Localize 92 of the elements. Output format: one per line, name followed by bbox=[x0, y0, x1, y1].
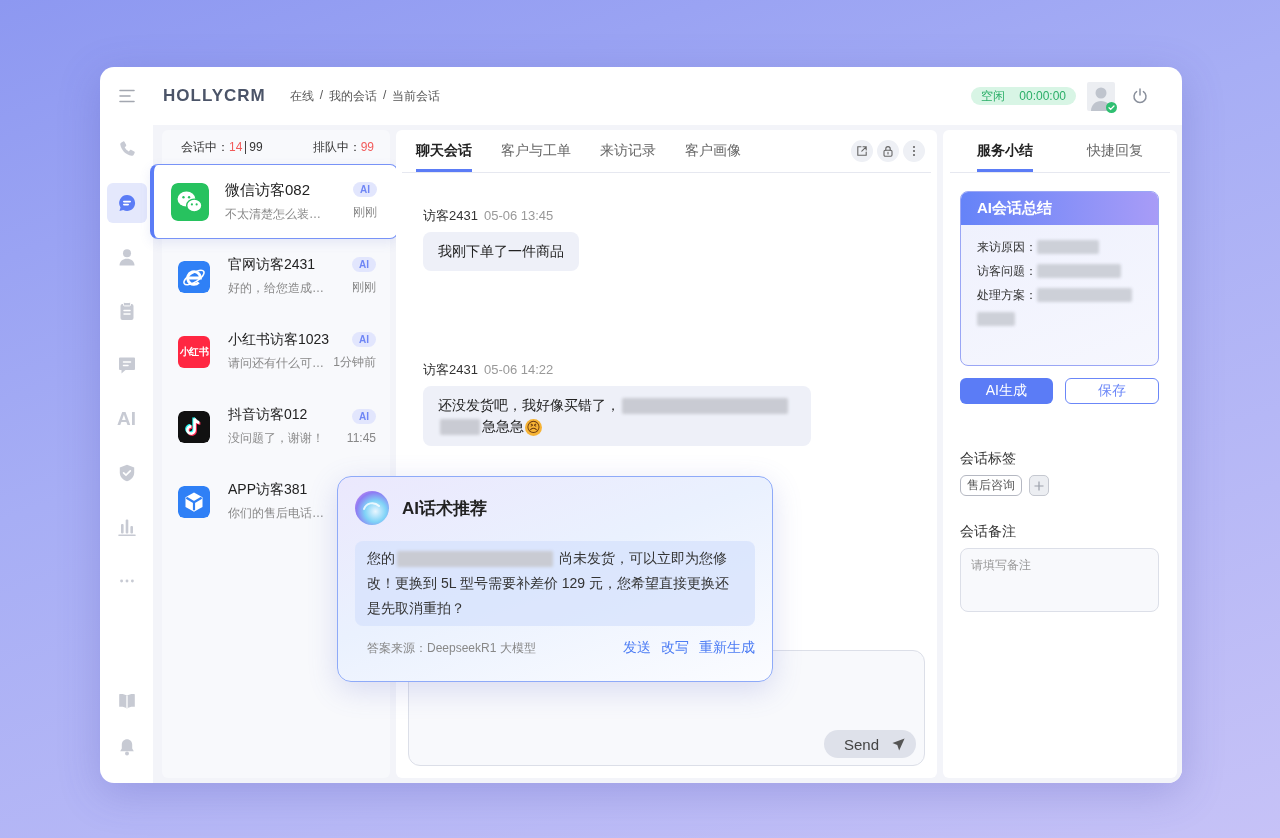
conversation-item[interactable]: 小红书 小红书访客1023 请问还有什么可… AI 1分钟前 bbox=[162, 314, 390, 389]
message-time: 刚刚 bbox=[352, 279, 376, 296]
ai-badge: AI bbox=[353, 182, 377, 197]
sender-name: 访客2431 bbox=[423, 362, 478, 378]
add-tag-button[interactable] bbox=[1029, 475, 1049, 496]
field-label: 访客问题： bbox=[977, 262, 1037, 280]
breadcrumb-link[interactable]: 我的会话 bbox=[329, 87, 378, 105]
message-preview: 好的，给您造成… bbox=[228, 280, 325, 297]
stat-value: 14 bbox=[229, 140, 243, 154]
visitor-name: 抖音访客012 bbox=[228, 406, 309, 424]
export-icon bbox=[856, 145, 868, 157]
panel-tab[interactable]: 服务小结 bbox=[977, 130, 1033, 172]
breadcrumb-separator: / bbox=[383, 87, 387, 104]
plus-icon bbox=[1034, 480, 1044, 491]
export-button[interactable] bbox=[851, 140, 873, 162]
redacted-value bbox=[1037, 240, 1099, 254]
chat-tab[interactable]: 聊天会话 bbox=[416, 130, 472, 172]
person-icon bbox=[116, 247, 137, 267]
message-time: 刚刚 bbox=[353, 204, 377, 221]
send-icon bbox=[891, 736, 906, 752]
notes-field[interactable]: 请填写备注 bbox=[960, 548, 1159, 612]
conversation-item[interactable]: 官网访客2431 好的，给您造成… AI 刚刚 bbox=[162, 239, 390, 314]
section-title: 会话标签 bbox=[960, 450, 1017, 466]
chat-tab[interactable]: 客户画像 bbox=[685, 130, 741, 172]
status-label: 空闲 bbox=[981, 87, 1006, 105]
suggested-reply: 您的 尚未发货，可以立即为您修改！更换到 5L 型号需要补差价 129 元，您希望直接更换还是先取消重拍？ bbox=[355, 541, 755, 626]
message-text: 还没发货吧，我好像买错了， 急急急😣 bbox=[438, 395, 796, 437]
action-link[interactable]: 发送 bbox=[623, 639, 651, 657]
ai-badge: AI bbox=[352, 332, 376, 347]
status-timer: 00:00:00 bbox=[1019, 89, 1066, 103]
avatar-placeholder[interactable] bbox=[1087, 81, 1115, 111]
cube-icon bbox=[178, 485, 210, 518]
answer-source: 答案来源：DeepseekR1 大模型 bbox=[367, 639, 536, 657]
chat-icon bbox=[116, 193, 137, 213]
message-time: 05-06 13:45 bbox=[483, 208, 554, 224]
more-vertical-icon bbox=[912, 145, 916, 157]
lock-icon bbox=[882, 145, 894, 157]
section-title: 会话备注 bbox=[960, 523, 1017, 539]
lock-button[interactable] bbox=[877, 140, 899, 162]
field-label: 来访原因： bbox=[977, 238, 1037, 256]
field-label: 处理方案： bbox=[977, 286, 1037, 304]
message-time: 05-06 14:22 bbox=[483, 362, 554, 378]
bar-chart-icon bbox=[116, 517, 137, 537]
send-button[interactable]: Send bbox=[823, 730, 916, 758]
message-preview: 不太清楚怎么装… bbox=[225, 205, 322, 223]
conversation-item[interactable]: 抖音访客012 没问题了，谢谢！ AI 11:45 bbox=[162, 389, 390, 464]
message-time: 1分钟前 bbox=[333, 354, 376, 371]
message-preview: 你们的售后电话… bbox=[228, 505, 325, 522]
orb-icon bbox=[355, 491, 389, 525]
action-link[interactable]: 重新生成 bbox=[699, 639, 755, 657]
stat-total: 99 bbox=[249, 140, 263, 154]
app-logo: HOLLYCRM bbox=[163, 86, 266, 106]
message-preview: 没问题了，谢谢！ bbox=[228, 430, 325, 447]
sender-name: 访客2431 bbox=[423, 208, 478, 224]
conversation-item[interactable]: APP访客381 你们的售后电话… bbox=[162, 464, 390, 539]
visitor-name: 微信访客082 bbox=[225, 180, 312, 200]
more-icon bbox=[117, 578, 136, 584]
visitor-name: 小红书访客1023 bbox=[228, 331, 331, 349]
message-text: 我刚下单了一件商品 bbox=[438, 242, 564, 261]
menu-icon[interactable] bbox=[119, 89, 135, 103]
stat-label: 会话中： bbox=[181, 138, 229, 156]
music-note-icon bbox=[178, 410, 210, 443]
message-time: 11:45 bbox=[346, 430, 376, 445]
nav-item[interactable] bbox=[106, 183, 147, 223]
visitor-name: 官网访客2431 bbox=[228, 256, 317, 274]
generate-button[interactable]: AI生成 bbox=[960, 378, 1053, 404]
comment-icon bbox=[116, 355, 137, 375]
breadcrumb-link[interactable]: 当前会话 bbox=[392, 87, 441, 105]
ai-badge: AI bbox=[352, 257, 376, 272]
conversation-item[interactable]: 微信访客082 不太清楚怎么装… AI 刚刚 bbox=[150, 164, 398, 239]
popup-title: AI话术推荐 bbox=[402, 497, 487, 520]
platform-logo: 小红书 bbox=[178, 335, 210, 368]
chat-bubbles-icon bbox=[171, 182, 209, 221]
stat-value: 99 bbox=[360, 140, 374, 154]
chat-tab[interactable]: 来访记录 bbox=[600, 130, 656, 172]
more-button[interactable] bbox=[903, 140, 925, 162]
tag-chip[interactable]: 售后咨询 bbox=[960, 475, 1022, 496]
visitor-name: APP访客381 bbox=[228, 481, 309, 499]
check-badge-icon bbox=[1106, 101, 1117, 113]
breadcrumb-separator: / bbox=[319, 87, 324, 104]
panel-tab[interactable]: 快捷回复 bbox=[1087, 130, 1143, 172]
chat-tab[interactable]: 客户与工单 bbox=[501, 130, 571, 172]
summary-title: AI会话总结 bbox=[961, 192, 1158, 225]
book-icon bbox=[116, 691, 137, 711]
power-icon[interactable] bbox=[1132, 88, 1148, 104]
stat-label: 排队中： bbox=[312, 138, 361, 156]
ai-badge: AI bbox=[352, 408, 376, 424]
browser-icon bbox=[178, 260, 210, 293]
redacted-value bbox=[977, 312, 1015, 326]
breadcrumb-link[interactable]: 在线 bbox=[289, 87, 314, 105]
message-preview: 请问还有什么可… bbox=[228, 355, 325, 372]
action-link[interactable]: 改写 bbox=[661, 639, 689, 657]
